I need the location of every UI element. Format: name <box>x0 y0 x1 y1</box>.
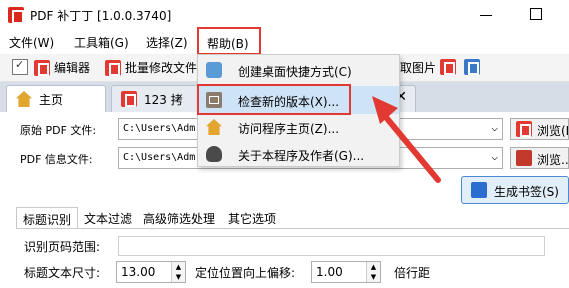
browse-info-button[interactable]: 浏览.. <box>510 147 569 169</box>
editor-label: 编辑器 <box>54 61 91 75</box>
menu-select[interactable]: 选择(Z) <box>146 34 188 51</box>
menu-item-create-shortcut[interactable]: 创建桌面快捷方式(C) <box>198 56 399 84</box>
menu-help[interactable]: 帮助(B) <box>197 27 261 55</box>
page-range-input[interactable] <box>118 236 545 256</box>
batch-label: 批量修改文件 <box>125 61 198 75</box>
source-file-value: C:\Users\Adm <box>123 123 196 134</box>
font-size-value: 13.00 <box>121 265 156 279</box>
pdf-tab-icon <box>121 91 137 107</box>
info-file-value: C:\Users\Adm <box>123 152 196 163</box>
page-range-label: 识别页码范围: <box>24 240 101 254</box>
menu-item-label: 关于本程序及作者(G)... <box>238 149 365 163</box>
tab-title-recognition[interactable]: 标题识别 <box>16 207 79 229</box>
font-size-label: 标题文本尺寸: <box>24 266 101 280</box>
tab-advanced-filter[interactable]: 高级筛选处理 <box>137 207 221 229</box>
browse-source-label: 浏览(L <box>537 124 569 138</box>
chevron-down-icon: ⌵ <box>491 121 498 134</box>
pdf-editor-icon <box>34 59 50 76</box>
tab-home-label: 主页 <box>39 93 64 107</box>
shortcut-icon <box>206 62 222 78</box>
batch-modify-button[interactable]: 批量修改文件 <box>105 59 197 76</box>
toolbar-check-button[interactable] <box>12 58 28 75</box>
offset-label: 定位位置向上偏移: <box>195 266 296 280</box>
minimize-button[interactable] <box>478 7 494 23</box>
pdf-tool-icon <box>440 59 456 75</box>
editor-button[interactable]: 编辑器 <box>34 59 90 76</box>
menu-file[interactable]: 文件(W) <box>9 34 54 51</box>
tab-home[interactable]: 主页 <box>6 85 106 112</box>
tab-other-options[interactable]: 其它选项 <box>222 207 282 229</box>
toolbar-export-button[interactable] <box>464 59 480 75</box>
export-icon <box>464 59 480 75</box>
menu-item-visit-homepage[interactable]: 访问程序主页(Z)... <box>198 113 399 141</box>
generate-bookmarks-button[interactable]: 生成书签(S) <box>461 176 569 204</box>
spin-arrows-icon[interactable]: ▲ ▼ <box>171 262 185 282</box>
tab-document-label: 123 拷 <box>144 93 183 107</box>
extract-image-button[interactable]: 取图片 <box>400 59 436 76</box>
browse-source-button[interactable]: 浏览(L <box>510 118 569 140</box>
book-icon <box>516 150 532 166</box>
menu-tools[interactable]: 工具箱(G) <box>74 34 129 51</box>
menu-item-label: 访问程序主页(Z)... <box>238 122 340 136</box>
menu-item-label: 创建桌面快捷方式(C) <box>238 65 352 79</box>
menu-help-label: 帮助(B) <box>207 37 249 51</box>
panel-divider <box>16 228 569 229</box>
checkbox-icon <box>12 58 28 75</box>
spin-arrows-icon[interactable]: ▲ ▼ <box>366 262 380 282</box>
pdf-app-icon <box>8 7 24 24</box>
source-file-label: 原始 PDF 文件: <box>20 124 97 137</box>
pdf-browse-icon <box>516 121 532 137</box>
offset-value: 1.00 <box>316 265 343 279</box>
bookmark-icon <box>471 182 487 198</box>
line-spacing-unit: 倍行距 <box>394 266 431 280</box>
home-icon <box>206 119 222 135</box>
menu-bar: 文件(W) 工具箱(G) 选择(Z) <box>0 30 569 54</box>
title-bar: PDF 补丁丁 [1.0.0.3740] <box>0 0 569 30</box>
tab-text-filter[interactable]: 文本过滤 <box>78 207 138 229</box>
toolbar-pdf-button[interactable] <box>440 59 456 75</box>
info-file-label: PDF 信息文件: <box>20 153 93 166</box>
browse-info-label: 浏览.. <box>537 153 569 167</box>
menu-item-about[interactable]: 关于本程序及作者(G)... <box>198 140 399 168</box>
annotation-highlight-box <box>197 84 351 115</box>
home-tab-icon <box>16 91 32 107</box>
extract-image-label: 取图片 <box>400 61 437 75</box>
offset-stepper[interactable]: 1.00 ▲ ▼ <box>311 261 381 283</box>
chevron-down-icon: ⌵ <box>491 150 498 163</box>
pdf-batch-icon <box>105 59 121 76</box>
font-size-stepper[interactable]: 13.00 ▲ ▼ <box>116 261 186 283</box>
maximize-button[interactable] <box>528 6 544 22</box>
person-icon <box>206 146 222 162</box>
window-title: PDF 补丁丁 [1.0.0.3740] <box>30 9 172 23</box>
generate-label: 生成书签(S) <box>494 185 559 199</box>
